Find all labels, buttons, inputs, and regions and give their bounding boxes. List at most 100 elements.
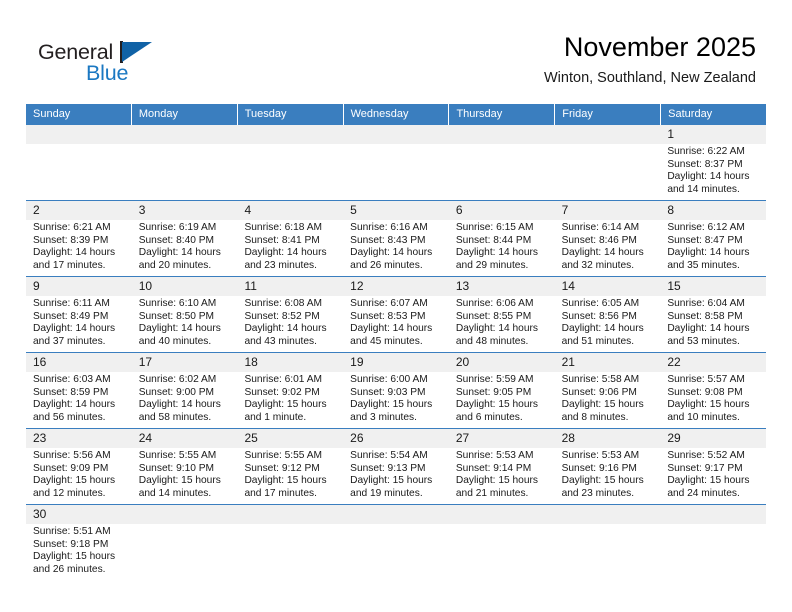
sunset-text: Sunset: 9:00 PM (138, 386, 215, 398)
sunset-text: Sunset: 8:46 PM (561, 234, 637, 246)
day-number-15[interactable]: 15 (660, 277, 766, 296)
day-number-10[interactable]: 10 (132, 277, 238, 296)
calendar-grid: Sunday Monday Tuesday Wednesday Thursday Frid… (26, 104, 766, 580)
sunrise-text: Sunrise: 5:52 AM (667, 450, 745, 461)
day-cell-27[interactable]: Sunrise: 5:53 AM Sunset: 9:14 PM Daylight:… (449, 448, 555, 504)
day-number-5[interactable]: 5 (343, 201, 449, 220)
sunrise-text: Sunrise: 6:03 AM (33, 374, 111, 385)
day-number-18[interactable]: 18 (237, 353, 343, 372)
day-cell-30[interactable]: Sunrise: 5:51 AM Sunset: 9:18 PM Daylight:… (26, 524, 132, 580)
day-number-17[interactable]: 17 (132, 353, 238, 372)
sunset-text: Sunset: 8:40 PM (138, 234, 215, 246)
sunset-text: Sunset: 9:03 PM (350, 386, 426, 398)
day-number-23[interactable]: 23 (26, 429, 132, 448)
sunrise-text: Sunrise: 5:51 AM (33, 526, 111, 537)
day-cell-19[interactable]: Sunrise: 6:00 AM Sunset: 9:03 PM Daylight:… (343, 372, 449, 428)
day-number-19[interactable]: 19 (343, 353, 449, 372)
day-cell-empty (132, 144, 238, 200)
day-number-6[interactable]: 6 (449, 201, 555, 220)
general-blue-logo[interactable]: General Blue (38, 40, 178, 92)
day-cell-7[interactable]: Sunrise: 6:14 AM Sunset: 8:46 PM Daylight:… (555, 220, 661, 276)
day-cell-empty (555, 524, 661, 580)
sunset-text: Sunset: 8:39 PM (33, 234, 109, 246)
day-cell-3[interactable]: Sunrise: 6:19 AM Sunset: 8:40 PM Daylight:… (132, 220, 238, 276)
day-number-4[interactable]: 4 (237, 201, 343, 220)
day-number-21[interactable]: 21 (555, 353, 661, 372)
day-cell-13[interactable]: Sunrise: 6:06 AM Sunset: 8:55 PM Daylight:… (449, 296, 555, 352)
day-number-2[interactable]: 2 (26, 201, 132, 220)
day-number-9[interactable]: 9 (26, 277, 132, 296)
day-number-28[interactable]: 28 (555, 429, 661, 448)
sunset-text: Sunset: 8:53 PM (350, 310, 426, 322)
day-cell-6[interactable]: Sunrise: 6:15 AM Sunset: 8:44 PM Daylight:… (449, 220, 555, 276)
day-cell-28[interactable]: Sunrise: 5:53 AM Sunset: 9:16 PM Daylight:… (555, 448, 661, 504)
weekday-header-tuesday: Tuesday (238, 104, 344, 125)
daylight-text-line1: Daylight: 15 hours (561, 475, 644, 486)
day-number-29[interactable]: 29 (660, 429, 766, 448)
sunset-text: Sunset: 9:08 PM (667, 386, 743, 398)
day-number-25[interactable]: 25 (237, 429, 343, 448)
daylight-text-line2: and 51 minutes. (561, 335, 635, 347)
sunset-text: Sunset: 8:47 PM (667, 234, 743, 246)
day-cell-5[interactable]: Sunrise: 6:16 AM Sunset: 8:43 PM Daylight:… (343, 220, 449, 276)
day-cell-empty (343, 144, 449, 200)
day-cell-11[interactable]: Sunrise: 6:08 AM Sunset: 8:52 PM Daylight:… (237, 296, 343, 352)
day-number-24[interactable]: 24 (132, 429, 238, 448)
day-cell-15[interactable]: Sunrise: 6:04 AM Sunset: 8:58 PM Daylight:… (660, 296, 766, 352)
day-cell-1[interactable]: Sunrise: 6:22 AM Sunset: 8:37 PM Daylight:… (660, 144, 766, 200)
calendar-week-row: 9 10 11 12 13 14 15 Sunrise: 6:11 AM Sunset: 8:4… (26, 276, 766, 352)
day-cell-26[interactable]: Sunrise: 5:54 AM Sunset: 9:13 PM Daylight:… (343, 448, 449, 504)
day-number-30[interactable]: 30 (26, 505, 132, 524)
day-number-16[interactable]: 16 (26, 353, 132, 372)
day-number-empty (237, 505, 343, 524)
day-cell-empty (555, 144, 661, 200)
day-cell-17[interactable]: Sunrise: 6:02 AM Sunset: 9:00 PM Daylight:… (132, 372, 238, 428)
daylight-text-line1: Daylight: 14 hours (138, 247, 221, 258)
daylight-text-line2: and 40 minutes. (138, 335, 212, 347)
day-cell-2[interactable]: Sunrise: 6:21 AM Sunset: 8:39 PM Daylight:… (26, 220, 132, 276)
day-cell-23[interactable]: Sunrise: 5:56 AM Sunset: 9:09 PM Daylight:… (26, 448, 132, 504)
sunrise-text: Sunrise: 6:04 AM (667, 298, 745, 309)
day-number-14[interactable]: 14 (555, 277, 661, 296)
day-detail-band: Sunrise: 5:56 AM Sunset: 9:09 PM Daylight:… (26, 448, 766, 504)
sunrise-text: Sunrise: 6:08 AM (244, 298, 323, 309)
day-number-22[interactable]: 22 (660, 353, 766, 372)
day-number-13[interactable]: 13 (449, 277, 555, 296)
daylight-text-line1: Daylight: 14 hours (244, 247, 327, 258)
day-number-12[interactable]: 12 (343, 277, 449, 296)
daylight-text-line2: and 14 minutes. (138, 487, 212, 499)
day-number-20[interactable]: 20 (449, 353, 555, 372)
day-cell-21[interactable]: Sunrise: 5:58 AM Sunset: 9:06 PM Daylight:… (555, 372, 661, 428)
day-cell-22[interactable]: Sunrise: 5:57 AM Sunset: 9:08 PM Daylight:… (660, 372, 766, 428)
sunrise-text: Sunrise: 6:10 AM (138, 298, 217, 309)
day-number-1[interactable]: 1 (660, 125, 766, 144)
day-number-band: 2345678 (26, 201, 766, 220)
day-number-7[interactable]: 7 (555, 201, 661, 220)
daylight-text-line2: and 23 minutes. (561, 487, 635, 499)
day-cell-25[interactable]: Sunrise: 5:55 AM Sunset: 9:12 PM Daylight:… (237, 448, 343, 504)
day-number-3[interactable]: 3 (132, 201, 238, 220)
daylight-text-line2: and 32 minutes. (561, 259, 635, 271)
day-cell-18[interactable]: Sunrise: 6:01 AM Sunset: 9:02 PM Daylight:… (237, 372, 343, 428)
day-number-26[interactable]: 26 (343, 429, 449, 448)
sunrise-text: Sunrise: 6:05 AM (561, 298, 640, 309)
day-cell-8[interactable]: Sunrise: 6:12 AM Sunset: 8:47 PM Daylight:… (660, 220, 766, 276)
weekday-header-monday: Monday (132, 104, 238, 125)
day-cell-12[interactable]: Sunrise: 6:07 AM Sunset: 8:53 PM Daylight:… (343, 296, 449, 352)
sunset-text: Sunset: 9:18 PM (33, 538, 109, 550)
day-cell-4[interactable]: Sunrise: 6:18 AM Sunset: 8:41 PM Daylight:… (237, 220, 343, 276)
day-number-11[interactable]: 11 (237, 277, 343, 296)
day-cell-14[interactable]: Sunrise: 6:05 AM Sunset: 8:56 PM Daylight:… (555, 296, 661, 352)
day-cell-20[interactable]: Sunrise: 5:59 AM Sunset: 9:05 PM Daylight:… (449, 372, 555, 428)
day-number-27[interactable]: 27 (449, 429, 555, 448)
day-cell-10[interactable]: Sunrise: 6:10 AM Sunset: 8:50 PM Daylight:… (132, 296, 238, 352)
day-number-8[interactable]: 8 (660, 201, 766, 220)
sunset-text: Sunset: 8:56 PM (561, 310, 637, 322)
calendar-week-row: 30 Sunrise: 5:51 AM Sunset: 9:18 PM Dayligh… (26, 504, 766, 580)
day-cell-29[interactable]: Sunrise: 5:52 AM Sunset: 9:17 PM Daylight:… (660, 448, 766, 504)
daylight-text-line2: and 6 minutes. (455, 411, 523, 423)
day-cell-24[interactable]: Sunrise: 5:55 AM Sunset: 9:10 PM Daylight:… (132, 448, 238, 504)
sunrise-text: Sunrise: 5:53 AM (561, 450, 640, 461)
day-cell-16[interactable]: Sunrise: 6:03 AM Sunset: 8:59 PM Daylight:… (26, 372, 132, 428)
day-cell-9[interactable]: Sunrise: 6:11 AM Sunset: 8:49 PM Daylight:… (26, 296, 132, 352)
